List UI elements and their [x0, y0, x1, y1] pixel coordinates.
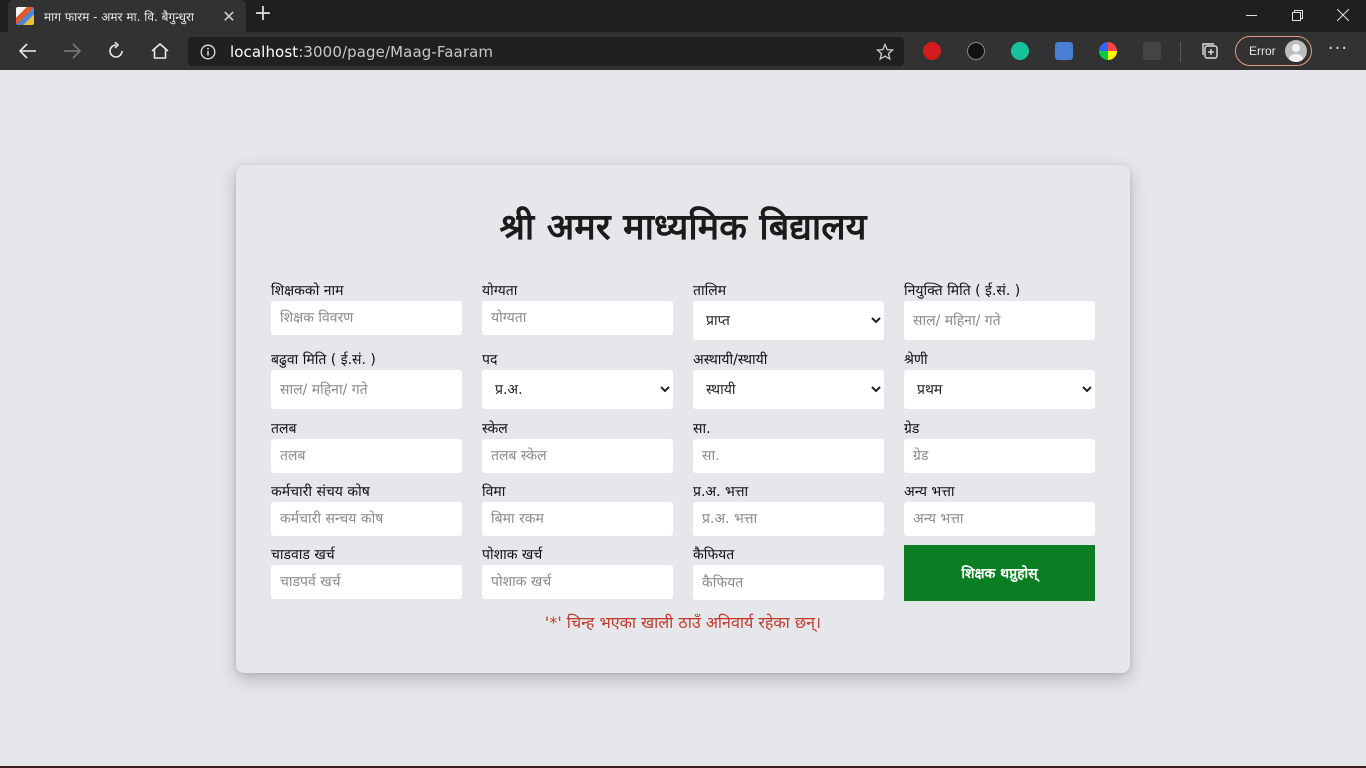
- training-label: तालिम: [693, 283, 727, 299]
- url-host: localhost: [230, 42, 299, 61]
- qualification-label: योग्यता: [482, 283, 518, 299]
- scale-input[interactable]: [482, 439, 673, 473]
- category-select[interactable]: प्रथम: [904, 370, 1095, 409]
- mendeley-icon[interactable]: [967, 42, 985, 60]
- browser-tab[interactable]: माग फारम - अमर मा. वि. बैगुन्धुरा ✕: [8, 0, 246, 32]
- training-select[interactable]: प्राप्त: [693, 301, 884, 340]
- grade-label: ग्रेड: [904, 421, 920, 437]
- head-allowance-label: प्र.अ. भत्ता: [693, 484, 749, 500]
- uniform-expense-input[interactable]: [482, 565, 673, 599]
- status-select[interactable]: स्थायी: [693, 370, 884, 409]
- remarks-label: कैफियत: [693, 547, 735, 563]
- color-picker-icon[interactable]: [1099, 42, 1117, 60]
- appointment-date-label: नियुक्ति मिति ( ई.सं. ): [904, 283, 1021, 299]
- category-label: श्रेणी: [904, 352, 928, 368]
- appointment-date-input[interactable]: [904, 301, 1095, 340]
- grade-input[interactable]: [904, 439, 1095, 473]
- name-label: शिक्षकको नाम: [271, 283, 344, 299]
- restore-icon: [1291, 9, 1303, 21]
- favorite-star-icon[interactable]: [876, 43, 894, 61]
- salary-input[interactable]: [271, 439, 462, 473]
- settings-more-button[interactable]: ···: [1326, 38, 1350, 64]
- reload-button[interactable]: [101, 37, 131, 65]
- url-path: :3000/page/Maag-Faaram: [298, 42, 494, 61]
- google-translate-icon[interactable]: [1055, 42, 1073, 60]
- new-tab-button[interactable]: +: [252, 3, 274, 26]
- site-favicon-icon: [16, 7, 34, 25]
- back-button[interactable]: [13, 37, 43, 65]
- teacher-form-card: श्री अमर माध्यमिक बिद्यालय शिक्षकको नाम …: [236, 165, 1130, 673]
- uniform-expense-label: पोशाक खर्च: [482, 547, 543, 563]
- address-bar[interactable]: localhost:3000/page/Maag-Faaram: [188, 37, 904, 66]
- browser-toolbar: localhost:3000/page/Maag-Faaram Error ··…: [0, 32, 1366, 70]
- insurance-label: विमा: [482, 484, 506, 500]
- home-icon: [151, 42, 169, 59]
- minimize-window-button[interactable]: [1228, 0, 1274, 30]
- page-title: श्री अमर माध्यमिक बिद्यालय: [499, 207, 867, 248]
- other-allowance-input[interactable]: [904, 502, 1095, 536]
- tab-title: माग फारम - अमर मा. वि. बैगुन्धुरा: [44, 9, 194, 24]
- collections-icon: [1202, 43, 1218, 59]
- adblock-icon[interactable]: [923, 42, 941, 60]
- profile-button[interactable]: Error: [1235, 36, 1312, 66]
- forward-button[interactable]: [57, 37, 87, 65]
- required-fields-note: '*' चिन्ह भएका खाली ठाउँ अनिवार्य रहेका …: [544, 613, 822, 632]
- other-allowance-label: अन्य भत्ता: [904, 484, 955, 500]
- grammarly-icon[interactable]: [1011, 42, 1029, 60]
- arrow-right-icon: [64, 43, 81, 59]
- tab-close-icon[interactable]: ✕: [220, 7, 238, 26]
- collections-button[interactable]: [1195, 37, 1225, 65]
- status-label: अस्थायी/स्थायी: [693, 352, 768, 368]
- info-icon[interactable]: [200, 44, 216, 60]
- sheets-icon[interactable]: [1143, 42, 1161, 60]
- festival-expense-label: चाडवाड खर्च: [271, 547, 335, 563]
- qualification-input[interactable]: [482, 301, 673, 335]
- teacher-name-input[interactable]: [271, 301, 462, 335]
- url-text: localhost:3000/page/Maag-Faaram: [230, 43, 493, 61]
- sa-input[interactable]: [693, 439, 884, 473]
- head-allowance-input[interactable]: [693, 502, 884, 536]
- insurance-input[interactable]: [482, 502, 673, 536]
- salary-label: तलब: [271, 421, 297, 437]
- promotion-date-label: बढुवा मिति ( ई.सं. ): [271, 352, 376, 368]
- avatar-icon: [1285, 40, 1307, 62]
- post-label: पद: [482, 352, 498, 368]
- arrow-left-icon: [19, 43, 36, 59]
- add-teacher-button[interactable]: शिक्षक थप्नुहोस्: [904, 545, 1095, 601]
- browser-titlebar: माग फारम - अमर मा. वि. बैगुन्धुरा ✕ +: [0, 0, 1366, 32]
- reload-icon: [109, 42, 123, 58]
- toolbar-divider: [1180, 42, 1181, 62]
- scale-label: स्केल: [482, 421, 508, 437]
- provident-fund-input[interactable]: [271, 502, 462, 536]
- promotion-date-input[interactable]: [271, 370, 462, 409]
- provident-fund-label: कर्मचारी संचय कोष: [271, 484, 370, 500]
- home-button[interactable]: [145, 37, 175, 65]
- sa-label: सा.: [693, 421, 711, 437]
- close-window-button[interactable]: [1320, 0, 1366, 30]
- restore-window-button[interactable]: [1274, 0, 1320, 30]
- minimize-icon: [1245, 14, 1257, 16]
- remarks-input[interactable]: [693, 565, 884, 600]
- close-icon: [1337, 9, 1349, 21]
- post-select[interactable]: प्र.अ.: [482, 370, 673, 409]
- festival-expense-input[interactable]: [271, 565, 462, 599]
- profile-label: Error: [1249, 44, 1276, 58]
